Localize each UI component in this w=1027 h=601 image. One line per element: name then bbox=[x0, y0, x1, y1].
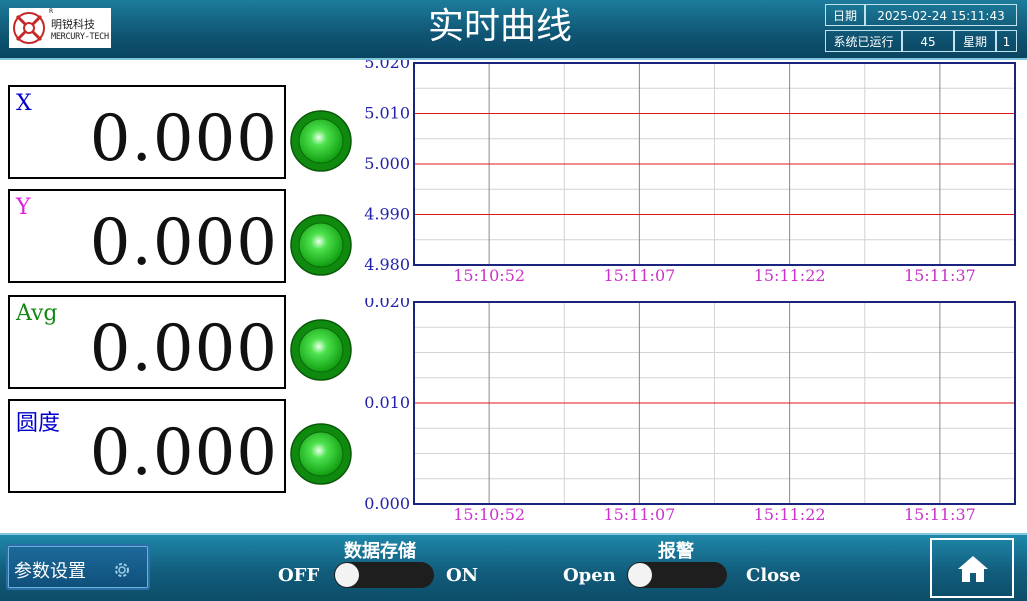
alarm-toggle-knob bbox=[628, 563, 652, 587]
logo-text-cn: 明锐科技 bbox=[51, 18, 95, 31]
y-tick-label: 0.010 bbox=[364, 393, 410, 412]
week-value: 1 bbox=[996, 30, 1017, 52]
alarm-label: 报警 bbox=[658, 541, 694, 562]
status-lamp-roundness bbox=[290, 423, 352, 485]
readout-x-label: X bbox=[16, 91, 32, 116]
status-lamp-avg bbox=[290, 319, 352, 381]
logo-text-en: MERCURY-TECH bbox=[51, 32, 109, 42]
y-tick-label: 5.010 bbox=[364, 104, 410, 123]
home-button[interactable] bbox=[930, 538, 1014, 598]
parameter-settings-label: 参数设置 bbox=[14, 561, 86, 582]
data-storage-on-label: ON bbox=[446, 565, 479, 586]
chart-xy-trend: 5.020 5.010 5.000 4.990 4.980 15:10:52 15:11:0… bbox=[364, 60, 1016, 285]
chart-roundness-trend: 0.020 0.010 0.000 15:10:52 15:11:07 15:11:22 1… bbox=[364, 298, 1016, 524]
y-tick-label: 5.020 bbox=[364, 60, 410, 72]
datetime-value: 2025-02-24 15:11:43 bbox=[865, 4, 1017, 26]
y-tick-label: 5.000 bbox=[364, 154, 410, 173]
uptime-label: 系统已运行 bbox=[825, 30, 902, 52]
readout-y-value: 0.000 bbox=[89, 206, 278, 280]
logo-registered-mark: R bbox=[49, 8, 54, 15]
x-tick-label: 15:11:37 bbox=[904, 505, 976, 524]
x-tick-label: 15:11:37 bbox=[904, 266, 976, 285]
y-tick-label: 0.020 bbox=[364, 298, 410, 311]
data-storage-toggle-knob bbox=[335, 563, 359, 587]
y-tick-label: 4.980 bbox=[364, 255, 410, 274]
readout-roundness-value: 0.000 bbox=[89, 416, 278, 490]
logo-icon bbox=[13, 12, 45, 44]
data-storage-label: 数据存储 bbox=[344, 541, 416, 562]
readout-roundness-label: 圆度 bbox=[16, 411, 61, 436]
x-tick-label: 15:11:22 bbox=[754, 266, 826, 285]
alarm-toggle[interactable] bbox=[627, 562, 727, 588]
footer-bar: 参数设置 数据存储 OFF ON 报警 Open Close bbox=[0, 533, 1027, 601]
uptime-value: 45 bbox=[902, 30, 954, 52]
y-tick-label: 0.000 bbox=[364, 494, 410, 513]
data-storage-off-label: OFF bbox=[278, 565, 320, 586]
date-label: 日期 bbox=[825, 4, 865, 26]
week-label: 星期 bbox=[954, 30, 996, 52]
parameter-settings-button[interactable]: 参数设置 bbox=[6, 544, 150, 590]
readout-y-label: Y bbox=[16, 195, 31, 220]
readout-y-panel: Y 0.000 bbox=[8, 189, 286, 283]
readout-avg-value: 0.000 bbox=[89, 312, 278, 386]
readout-roundness-panel: 圆度 0.000 bbox=[8, 399, 286, 493]
company-logo: R 明锐科技 MERCURY-TECH bbox=[9, 8, 111, 48]
x-tick-label: 15:10:52 bbox=[453, 505, 525, 524]
y-tick-label: 4.990 bbox=[364, 205, 410, 224]
alarm-open-label: Open bbox=[563, 565, 616, 586]
page-title: 实时曲线 bbox=[427, 6, 572, 47]
x-tick-label: 15:11:07 bbox=[603, 505, 675, 524]
gear-icon bbox=[115, 563, 129, 577]
readout-avg-label: Avg bbox=[16, 301, 58, 326]
readout-avg-panel: Avg 0.000 bbox=[8, 295, 286, 389]
x-tick-label: 15:11:22 bbox=[754, 505, 826, 524]
readout-x-value: 0.000 bbox=[89, 102, 278, 176]
readout-x-panel: X 0.000 bbox=[8, 85, 286, 179]
alarm-close-label: Close bbox=[746, 565, 801, 586]
home-icon bbox=[958, 556, 988, 582]
data-storage-toggle[interactable] bbox=[334, 562, 434, 588]
status-lamp-x bbox=[290, 110, 352, 172]
x-tick-label: 15:10:52 bbox=[453, 266, 525, 285]
status-lamp-y bbox=[290, 214, 352, 276]
x-tick-label: 15:11:07 bbox=[603, 266, 675, 285]
header-bar: R 明锐科技 MERCURY-TECH 实时曲线 日期 2025-02-24 1… bbox=[0, 0, 1027, 60]
